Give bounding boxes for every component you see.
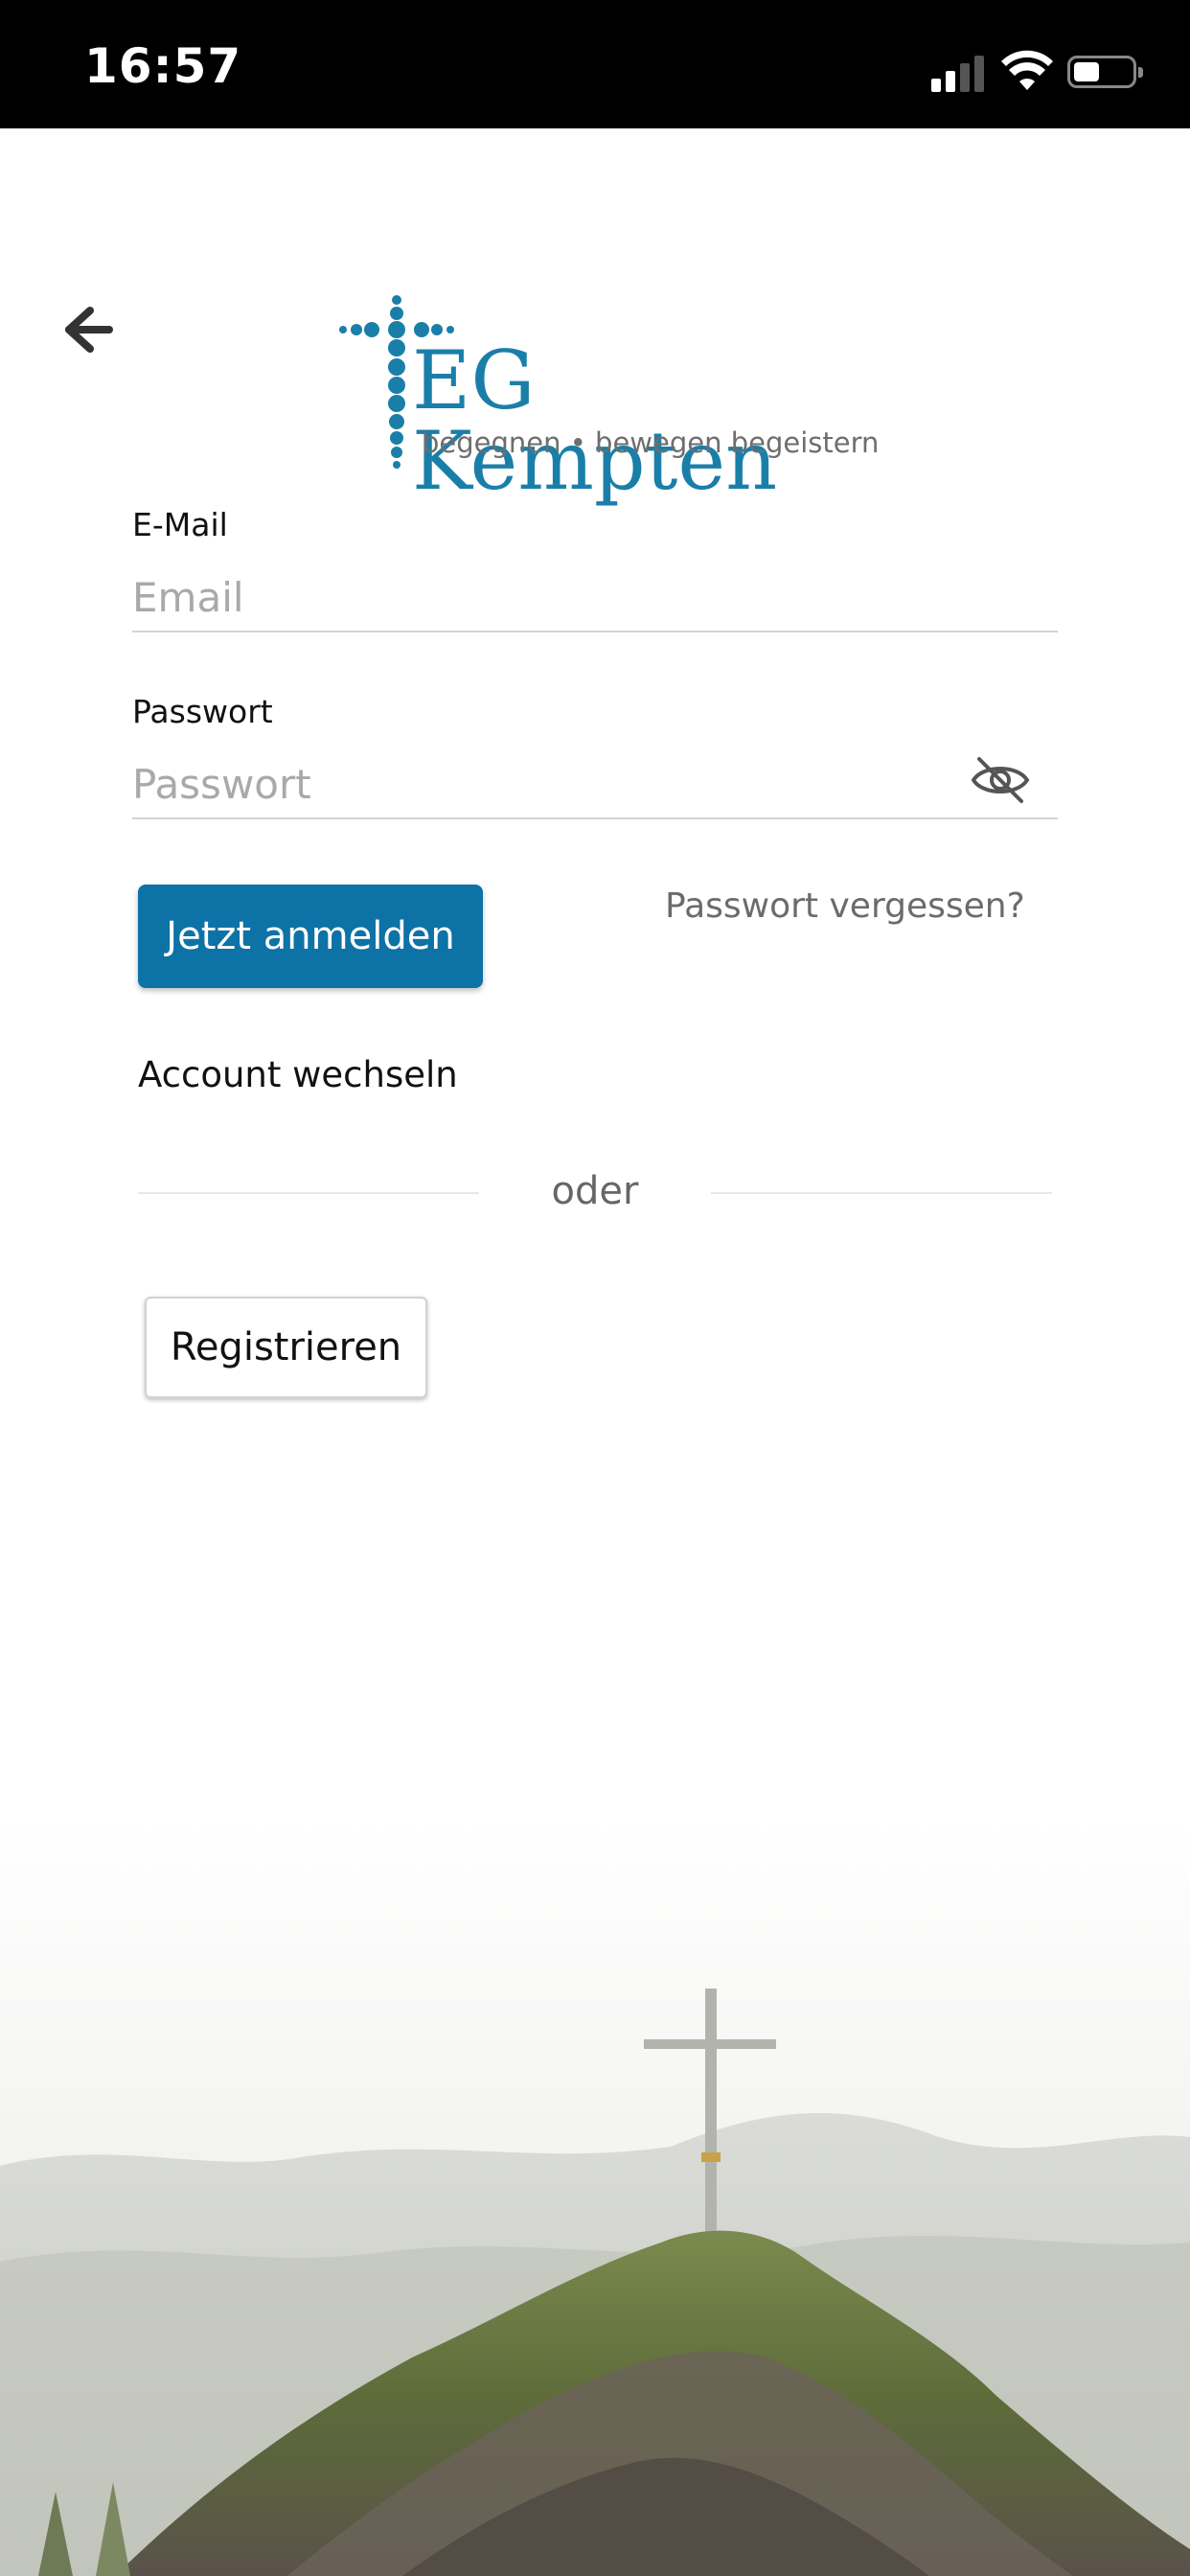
divider-line-right <box>711 1192 1052 1194</box>
mountain-summit-cross-image <box>0 1821 1190 2576</box>
switch-account-link[interactable]: Account wechseln <box>138 1054 458 1095</box>
logo-title: EG Kempten <box>412 334 778 508</box>
battery-icon <box>1067 56 1143 88</box>
logo-tagline: begegnen • bewegen begeistern <box>422 426 880 459</box>
church-logo: EG Kempten begegnen • bewegen begeistern <box>335 292 879 501</box>
register-button[interactable]: Registrieren <box>145 1297 427 1398</box>
email-label: E-Mail <box>132 506 228 543</box>
login-button[interactable]: Jetzt anmelden <box>138 885 483 988</box>
back-arrow-icon[interactable] <box>56 299 117 360</box>
status-bar: 16:57 <box>0 0 1190 128</box>
email-field[interactable] <box>132 564 1058 632</box>
cellular-signal-icon <box>931 54 989 92</box>
status-time: 16:57 <box>84 38 242 94</box>
password-field[interactable] <box>132 750 1058 819</box>
eye-slash-icon[interactable] <box>970 753 1031 807</box>
divider-line-left <box>138 1192 479 1194</box>
divider-text: oder <box>551 1169 639 1213</box>
wifi-icon <box>1001 50 1053 90</box>
password-label: Passwort <box>132 693 273 730</box>
forgot-password-link[interactable]: Passwort vergessen? <box>665 886 1025 926</box>
